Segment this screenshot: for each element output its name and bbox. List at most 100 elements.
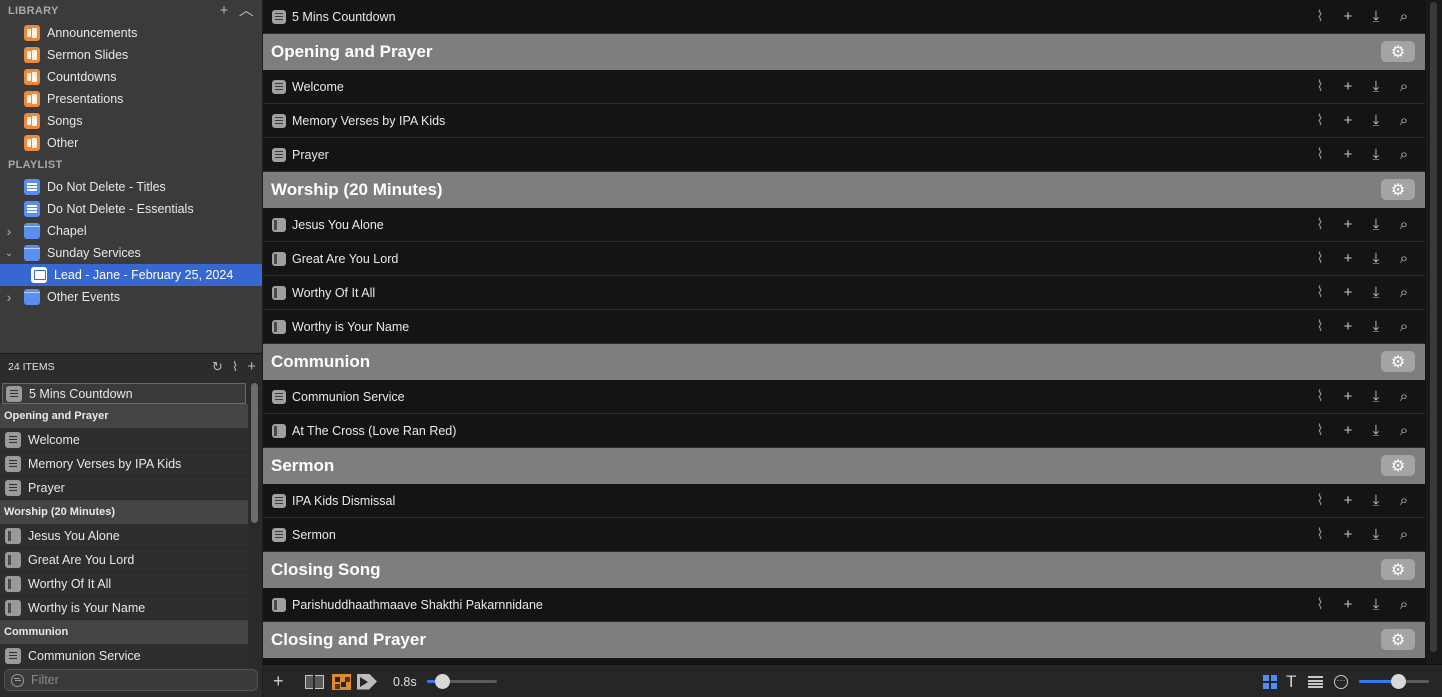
paperclip-icon[interactable]: ⌇ [232,359,238,375]
refresh-icon[interactable]: ↻ [212,359,223,375]
add-button[interactable]: + [273,671,284,692]
transition-grid-icon[interactable] [332,673,351,690]
paperclip-icon[interactable]: ⌇ [1311,389,1329,405]
search-icon[interactable]: ⌕ [1395,285,1413,301]
paperclip-icon[interactable]: ⌇ [1311,79,1329,95]
plus-icon[interactable]: + [1339,493,1357,509]
add-library-icon[interactable]: + [220,3,229,19]
section-header[interactable]: Closing Song ⚙ [263,552,1425,588]
filter-input[interactable] [31,673,251,687]
chevron-right-icon[interactable]: › [4,223,14,239]
paperclip-icon[interactable]: ⌇ [1311,9,1329,25]
plus-icon[interactable]: + [1339,79,1357,95]
items-scrollbar[interactable] [249,381,261,666]
paperclip-icon[interactable]: ⌇ [1311,319,1329,335]
download-icon[interactable]: ⤓ [1367,597,1385,613]
items-list-item[interactable]: Worthy is Your Name [0,596,248,620]
zoom-slider[interactable] [1359,674,1429,689]
paperclip-icon[interactable]: ⌇ [1311,113,1329,129]
items-section-header[interactable]: Worship (20 Minutes) [0,500,248,524]
plus-icon[interactable]: + [1339,147,1357,163]
presentation-row[interactable]: IPA Kids Dismissal ⌇ + ⤓ ⌕ [263,484,1425,518]
plus-icon[interactable]: + [1339,9,1357,25]
playlist-item-do-not-delete-titles[interactable]: Do Not Delete - Titles [0,176,262,198]
section-header[interactable]: Worship (20 Minutes) ⚙ [263,172,1425,208]
gear-icon[interactable]: ⚙ [1381,179,1415,200]
gear-icon[interactable]: ⚙ [1381,455,1415,476]
section-header[interactable]: Sermon ⚙ [263,448,1425,484]
items-list-item[interactable]: Welcome [0,428,248,452]
list-view-icon[interactable] [1308,675,1323,688]
presentation-row[interactable]: Worthy is Your Name ⌇ + ⤓ ⌕ [263,310,1425,344]
download-icon[interactable]: ⤓ [1367,423,1385,439]
items-list-item[interactable]: 5 Mins Countdown [2,383,246,404]
search-icon[interactable]: ⌕ [1395,319,1413,335]
plus-icon[interactable]: + [1339,423,1357,439]
library-item-announcements[interactable]: Announcements [0,22,262,44]
library-item-sermon-slides[interactable]: Sermon Slides [0,44,262,66]
plus-icon[interactable]: + [1339,527,1357,543]
items-list-item[interactable]: Worthy Of It All [0,572,248,596]
presentation-row[interactable]: Prayer ⌇ + ⤓ ⌕ [263,138,1425,172]
collapse-library-icon[interactable]: ︿ [239,3,254,19]
download-icon[interactable]: ⤓ [1367,147,1385,163]
search-icon[interactable]: ⌕ [1395,147,1413,163]
library-item-other[interactable]: Other [0,132,262,154]
gear-icon[interactable]: ⚙ [1381,41,1415,62]
presentation-row[interactable]: Memory Verses by IPA Kids ⌇ + ⤓ ⌕ [263,104,1425,138]
download-icon[interactable]: ⤓ [1367,217,1385,233]
filter-field[interactable] [4,669,258,691]
search-icon[interactable]: ⌕ [1395,389,1413,405]
zoom-slider-knob[interactable] [1391,674,1406,689]
items-list-item[interactable]: Memory Verses by IPA Kids [0,452,248,476]
transition-slider-knob[interactable] [435,674,450,689]
section-header[interactable]: Opening and Prayer ⚙ [263,34,1425,70]
items-scrollbar-thumb[interactable] [251,383,258,523]
download-icon[interactable]: ⤓ [1367,113,1385,129]
presentation-row[interactable]: Communion Service ⌇ + ⤓ ⌕ [263,380,1425,414]
gear-icon[interactable]: ⚙ [1381,351,1415,372]
presentation-row[interactable]: Welcome ⌇ + ⤓ ⌕ [263,70,1425,104]
text-view-icon[interactable]: T [1286,672,1296,692]
download-icon[interactable]: ⤓ [1367,319,1385,335]
presentation-row[interactable]: Jesus You Alone ⌇ + ⤓ ⌕ [263,208,1425,242]
presentation-row[interactable]: 5 Mins Countdown ⌇ + ⤓ ⌕ [263,0,1425,34]
main-scrollbar-thumb[interactable] [1430,2,1437,652]
search-icon[interactable]: ⌕ [1395,113,1413,129]
search-icon[interactable]: ⌕ [1395,9,1413,25]
items-list-item[interactable]: Communion Service [0,644,248,664]
plus-icon[interactable]: + [1339,389,1357,405]
paperclip-icon[interactable]: ⌇ [1311,217,1329,233]
chevron-right-icon[interactable]: › [4,289,14,305]
presentation-row[interactable]: Great Are You Lord ⌇ + ⤓ ⌕ [263,242,1425,276]
items-section-header[interactable]: Opening and Prayer [0,404,248,428]
library-item-songs[interactable]: Songs [0,110,262,132]
search-icon[interactable]: ⌕ [1395,217,1413,233]
search-icon[interactable]: ⌕ [1395,79,1413,95]
search-icon[interactable]: ⌕ [1395,493,1413,509]
paperclip-icon[interactable]: ⌇ [1311,423,1329,439]
paperclip-icon[interactable]: ⌇ [1311,251,1329,267]
items-section-header[interactable]: Communion [0,620,248,644]
items-list-item[interactable]: Great Are You Lord [0,548,248,572]
playlist-item-other-events[interactable]: › Other Events [0,286,262,308]
playlist-item-sunday-services[interactable]: ⌄ Sunday Services [0,242,262,264]
playlist-item-chapel[interactable]: › Chapel [0,220,262,242]
search-icon[interactable]: ⌕ [1395,527,1413,543]
plus-icon[interactable]: + [1339,251,1357,267]
search-icon[interactable]: ⌕ [1395,251,1413,267]
gear-icon[interactable]: ⚙ [1381,559,1415,580]
paperclip-icon[interactable]: ⌇ [1311,285,1329,301]
add-item-icon[interactable]: + [247,359,256,375]
search-icon[interactable]: ⌕ [1395,597,1413,613]
grid-view-icon[interactable] [1263,674,1277,689]
chevron-down-icon[interactable]: ⌄ [4,248,14,259]
presentation-row[interactable]: Worthy Of It All ⌇ + ⤓ ⌕ [263,276,1425,310]
download-icon[interactable]: ⤓ [1367,527,1385,543]
library-item-presentations[interactable]: Presentations [0,88,262,110]
download-icon[interactable]: ⤓ [1367,493,1385,509]
plus-icon[interactable]: + [1339,597,1357,613]
library-item-countdowns[interactable]: Countdowns [0,66,262,88]
paperclip-icon[interactable]: ⌇ [1311,597,1329,613]
download-icon[interactable]: ⤓ [1367,79,1385,95]
